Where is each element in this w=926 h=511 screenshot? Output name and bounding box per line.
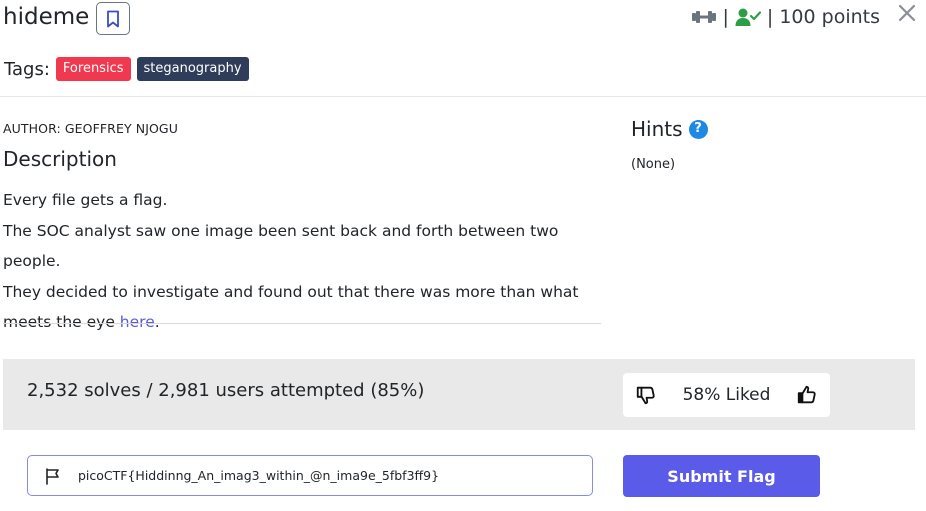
description-line: The SOC analyst saw one image been sent …	[3, 221, 559, 271]
description-text: meets the eye	[3, 313, 120, 331]
hints-title: Hints	[631, 117, 683, 141]
tags-row: Tags: Forensics steganography	[4, 57, 249, 81]
meta-separator-2: |	[766, 6, 774, 28]
challenge-title: hideme	[3, 4, 90, 30]
hints-heading: Hints ?	[631, 115, 708, 143]
challenge-meta: | | 100 points	[691, 4, 880, 30]
flag-input-group	[27, 455, 593, 496]
user-check-icon	[735, 7, 761, 27]
description-text: .	[154, 313, 160, 331]
close-icon	[898, 4, 916, 22]
tag-steganography[interactable]: steganography	[136, 57, 249, 81]
rating-box: 58% Liked	[623, 373, 830, 417]
solves-stats: 2,532 solves / 2,981 users attempted (85…	[27, 380, 425, 401]
description-heading: Description	[3, 147, 117, 171]
like-button[interactable]	[796, 384, 818, 406]
description-line: Every file gets a flag.	[3, 191, 168, 209]
tags-label: Tags:	[4, 58, 50, 80]
bookmark-button[interactable]	[96, 2, 130, 35]
description-divider	[3, 323, 601, 324]
bookmark-icon	[107, 10, 119, 27]
points-label: 100 points	[779, 6, 880, 28]
file-link[interactable]: here	[120, 313, 155, 331]
thumbs-down-icon	[636, 386, 655, 405]
dislike-button[interactable]	[635, 384, 657, 406]
liked-percentage: 58% Liked	[682, 385, 771, 405]
description-body: Every file gets a flag. The SOC analyst …	[3, 185, 603, 338]
header-divider	[0, 96, 926, 97]
close-button[interactable]	[896, 2, 918, 24]
meta-separator: |	[722, 6, 729, 28]
tag-forensics[interactable]: Forensics	[55, 57, 131, 81]
thumbs-up-icon	[797, 385, 816, 404]
hints-body: (None)	[631, 157, 676, 172]
flag-input[interactable]	[78, 468, 578, 483]
flag-icon-box	[28, 456, 78, 495]
submit-flag-button[interactable]: Submit Flag	[623, 455, 820, 497]
flag-icon	[46, 467, 59, 485]
description-line: They decided to investigate and found ou…	[3, 282, 579, 301]
author-label: AUTHOR: GEOFFREY NJOGU	[3, 121, 178, 136]
dumbbell-icon	[691, 9, 717, 25]
question-circle-icon[interactable]: ?	[688, 119, 708, 139]
